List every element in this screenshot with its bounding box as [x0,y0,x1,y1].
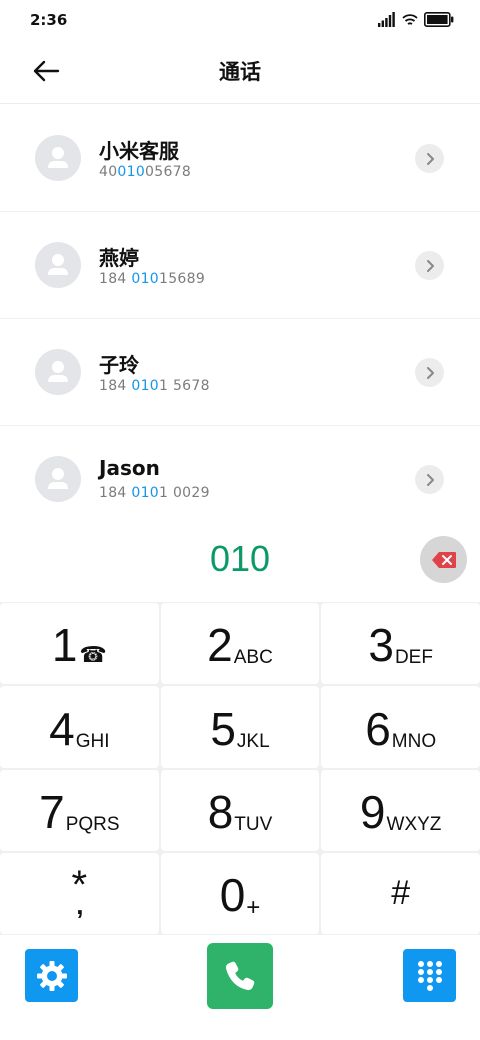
dialed-number-input[interactable]: 010 [0,538,480,580]
contact-number: 184 0101 0029 [99,485,210,501]
avatar [35,349,81,395]
contact-suggestion-list: 小米客服 4001005678 燕婷 184 01015689 子玲 184 0… [0,105,480,533]
chevron-right-icon [426,366,434,379]
chevron-right-icon [426,259,434,272]
key-digit: 6 [365,702,391,755]
person-icon [48,254,68,275]
key-letters: DEF [394,647,433,669]
key-0[interactable]: 0 + [160,852,320,934]
signal-icon [378,12,395,27]
chevron-right-icon [426,152,434,165]
key-7[interactable]: 7 PQRS [0,769,159,851]
number-match-highlight: 010 [117,164,146,180]
avatar [35,242,81,288]
contact-number: 184 0101 5678 [99,378,210,394]
key-letters: TUV [234,813,273,835]
contact-number: 4001005678 [99,164,192,180]
contact-name: Jason [99,456,160,480]
number-match-highlight: 010 [131,485,159,501]
key-4[interactable]: 4 GHI [0,686,159,768]
bottom-action-bar [0,935,480,1040]
key-6[interactable]: 6 MNO [321,686,480,768]
dialpad: 1 ☎ 2 ABC 3 DEF 4 GHI 5 JKL 6 MNO 7 PQRS… [0,602,480,935]
key-digit: 0 [219,869,246,921]
backspace-button[interactable] [420,536,467,583]
key-digit: 3 [368,619,394,672]
dialpad-toggle-button[interactable] [403,949,456,1002]
key-digit: 9 [359,785,386,838]
key-1[interactable]: 1 ☎ [0,603,159,685]
wifi-icon [402,14,418,25]
key-letters: WXYZ [386,813,442,835]
contact-detail-button[interactable] [415,358,444,387]
key-letters: JKL [236,730,270,752]
voicemail-icon: ☎ [79,643,107,669]
key-9[interactable]: 9 WXYZ [321,769,480,851]
key-5[interactable]: 5 JKL [160,686,320,768]
key-2[interactable]: 2 ABC [160,603,320,685]
contact-name: 燕婷 [99,246,139,270]
contact-detail-button[interactable] [415,144,444,173]
dial-input-row: 010 [0,532,480,592]
key-letters: GHI [75,730,110,752]
backspace-icon [431,551,456,568]
contact-detail-button[interactable] [415,251,444,280]
key-letters: , [76,889,84,920]
key-letters: PQRS [65,813,120,835]
key-digit: 2 [207,619,233,672]
avatar [35,135,81,181]
key-digit: # [391,874,411,913]
contact-name: 子玲 [99,353,139,377]
phone-icon [225,961,255,991]
settings-button[interactable] [25,949,78,1002]
battery-icon [424,12,454,27]
key-hash[interactable]: # [321,852,480,934]
key-star[interactable]: * , [0,852,159,934]
status-time: 2:36 [30,11,68,29]
key-3[interactable]: 3 DEF [321,603,480,685]
contact-detail-button[interactable] [415,465,444,494]
app-header: 通话 [0,40,480,104]
status-bar: 2:36 [0,0,480,40]
key-digit: 4 [49,702,75,755]
dialpad-icon [417,960,442,991]
page-title: 通话 [219,60,261,84]
key-digit: 5 [210,702,236,755]
contact-number: 184 01015689 [99,271,206,287]
contact-row[interactable]: 子玲 184 0101 5678 [0,319,480,426]
gear-icon [36,960,67,991]
contact-name: 小米客服 [99,139,179,163]
key-digit: 7 [39,785,65,838]
number-match-highlight: 010 [131,271,159,287]
key-digit: 8 [207,785,234,838]
call-button[interactable] [207,943,273,1009]
person-icon [48,361,68,382]
status-icons [378,12,454,27]
key-digit: 1 [51,619,78,672]
key-letters: MNO [391,730,437,752]
key-8[interactable]: 8 TUV [160,769,320,851]
contact-row[interactable]: 燕婷 184 01015689 [0,212,480,319]
contact-row[interactable]: 小米客服 4001005678 [0,105,480,212]
person-icon [48,468,68,489]
key-letters: + [246,894,261,921]
chevron-right-icon [426,473,434,486]
key-letters: ABC [233,647,273,669]
number-match-highlight: 010 [131,378,159,394]
avatar [35,456,81,502]
person-icon [48,147,68,168]
contact-row[interactable]: Jason 184 0101 0029 [0,426,480,533]
